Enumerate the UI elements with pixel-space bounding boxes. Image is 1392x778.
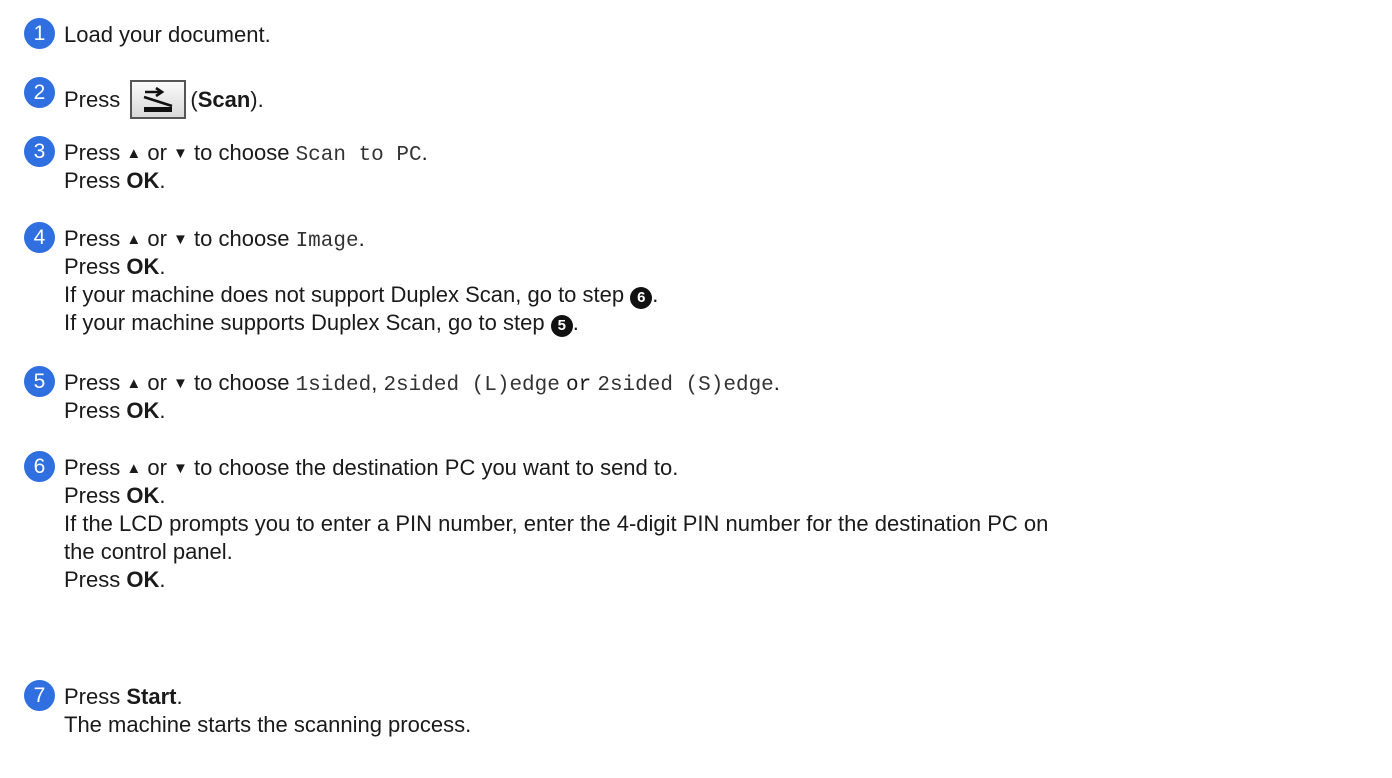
down-arrow-icon: ▼ xyxy=(173,231,188,248)
up-arrow-icon: ▲ xyxy=(126,145,142,162)
press-label: Press xyxy=(64,168,121,193)
duplex-unsupported-note: If your machine does not support Duplex … xyxy=(64,282,625,307)
ok-key-label: OK xyxy=(126,254,160,279)
step-number-badge: 4 xyxy=(24,222,55,253)
or-label: or xyxy=(147,140,167,165)
step-text: Load your document. xyxy=(64,22,271,47)
up-arrow-icon: ▲ xyxy=(126,375,142,392)
step-number-badge: 1 xyxy=(24,18,55,49)
scan-key-icon xyxy=(143,87,173,112)
close-paren: ). xyxy=(250,87,264,112)
ok-key-label: OK xyxy=(126,168,160,193)
press-label: Press xyxy=(64,140,121,165)
scan-label: Scan xyxy=(197,87,251,112)
lcd-option: 2sided (L)edge xyxy=(383,374,560,397)
down-arrow-icon: ▼ xyxy=(173,375,188,392)
lcd-option: 1sided xyxy=(295,374,372,397)
press-label: Press xyxy=(64,87,121,112)
ok-key-label: OK xyxy=(126,483,160,508)
lcd-option: 2sided (S)edge xyxy=(597,374,774,397)
ok-key-label: OK xyxy=(126,567,160,592)
step-ref-badge[interactable]: 6 xyxy=(630,287,653,309)
to-choose-label: to choose xyxy=(194,140,290,165)
start-key-label: Start xyxy=(126,684,177,709)
lcd-option: Image xyxy=(295,230,359,253)
lcd-option: Scan to PC xyxy=(295,144,422,167)
pin-instruction: If the LCD prompts you to enter a PIN nu… xyxy=(64,511,1049,536)
duplex-supported-note: If your machine supports Duplex Scan, go… xyxy=(64,310,545,335)
step-number-badge: 2 xyxy=(24,77,55,108)
down-arrow-icon: ▼ xyxy=(173,460,188,477)
pin-instruction-cont: the control panel. xyxy=(64,539,233,564)
step-number-badge: 7 xyxy=(24,680,55,711)
period: . xyxy=(421,140,428,165)
down-arrow-icon: ▼ xyxy=(173,145,188,162)
step-number-badge: 5 xyxy=(24,366,55,397)
up-arrow-icon: ▲ xyxy=(126,231,142,248)
ok-key-label: OK xyxy=(126,398,160,423)
or-label: or xyxy=(566,374,592,397)
up-arrow-icon: ▲ xyxy=(126,460,142,477)
scan-button[interactable] xyxy=(130,80,187,119)
step-text: to choose the destination PC you want to… xyxy=(194,455,679,480)
step-number-badge: 6 xyxy=(24,451,55,482)
step-ref-badge[interactable]: 5 xyxy=(550,315,573,337)
step-number-badge: 3 xyxy=(24,136,55,167)
open-paren: ( xyxy=(190,87,198,112)
step-text: The machine starts the scanning process. xyxy=(64,712,472,737)
